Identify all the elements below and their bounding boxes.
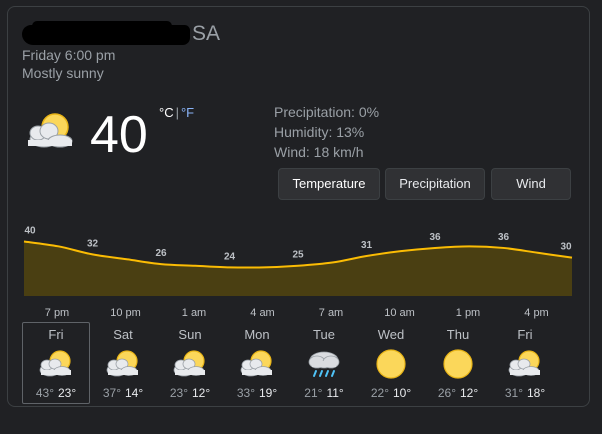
forecast-day-thu[interactable]: Thu 26° 12° bbox=[424, 322, 492, 404]
wind-detail: Wind: 18 km/h bbox=[274, 144, 364, 160]
day-temps: 26° 12° bbox=[437, 386, 479, 400]
day-name: Thu bbox=[446, 327, 470, 342]
temperature-chart: 40 32 26 24 25 31 36 36 30 7 pm 10 pm 1 am 4 am 7 am 1… bbox=[22, 213, 574, 323]
sun-icon bbox=[443, 349, 473, 379]
day-temps: 23° 12° bbox=[169, 386, 211, 400]
data-label: 31 bbox=[361, 240, 373, 251]
tab-temperature[interactable]: Temperature bbox=[278, 168, 380, 200]
day-temps: 37° 14° bbox=[102, 386, 144, 400]
condition: Mostly sunny bbox=[22, 65, 104, 81]
day-name: Sun bbox=[178, 327, 202, 342]
sun-icon bbox=[376, 349, 406, 379]
rain-icon bbox=[308, 351, 340, 377]
data-label: 24 bbox=[224, 251, 236, 262]
forecast-day-sat[interactable]: Sat 37° 14° bbox=[89, 322, 157, 404]
day-temps: 33° 19° bbox=[236, 386, 278, 400]
partly-sunny-icon bbox=[173, 350, 205, 377]
tab-precipitation[interactable]: Precipitation bbox=[385, 168, 485, 200]
tab-wind[interactable]: Wind bbox=[491, 168, 571, 200]
current-temperature: 40 bbox=[90, 106, 148, 164]
redacted-location-scribble bbox=[22, 21, 190, 45]
forecast-day-mon[interactable]: Mon 33° 19° bbox=[223, 322, 291, 404]
data-label: 36 bbox=[429, 232, 441, 243]
precipitation-detail: Precipitation: 0% bbox=[274, 104, 380, 120]
day-name: Tue bbox=[313, 327, 335, 342]
forecast-day-fri[interactable]: Fri 43° 23° bbox=[22, 322, 90, 404]
x-tick-label: 7 am bbox=[319, 307, 343, 319]
celsius-toggle[interactable]: °C bbox=[159, 105, 174, 120]
weather-card: SA Friday 6:00 pm Mostly sunny 40 °C | °F … bbox=[7, 6, 590, 407]
data-label: 32 bbox=[87, 238, 99, 249]
x-tick-label: 7 pm bbox=[45, 307, 69, 319]
day-temps: 43° 23° bbox=[35, 386, 77, 400]
forecast-day-fri-next[interactable]: Fri 31° 18° bbox=[491, 322, 559, 404]
unit-toggle: °C | °F bbox=[159, 105, 194, 120]
day-name: Fri bbox=[517, 327, 533, 342]
daily-forecast: Fri 43° 23° Sat 37° 14° Sun 23° 12° Mon … bbox=[22, 322, 562, 408]
data-label: 30 bbox=[560, 242, 572, 253]
forecast-day-sun[interactable]: Sun 23° 12° bbox=[156, 322, 224, 404]
day-name: Wed bbox=[377, 327, 405, 342]
temperature-chart-svg: 40 32 26 24 25 31 36 36 30 7 pm 10 pm 1 am 4 am 7 am 1… bbox=[23, 225, 573, 319]
forecast-day-wed[interactable]: Wed 22° 10° bbox=[357, 322, 425, 404]
data-label: 40 bbox=[24, 225, 36, 236]
x-tick-label: 10 pm bbox=[110, 307, 141, 319]
datetime: Friday 6:00 pm bbox=[22, 47, 116, 63]
data-label: 36 bbox=[498, 232, 510, 243]
unit-separator: | bbox=[175, 105, 179, 120]
forecast-day-tue[interactable]: Tue 21° 11° bbox=[290, 322, 358, 404]
partly-sunny-icon bbox=[28, 113, 73, 148]
x-tick-label: 1 am bbox=[182, 307, 206, 319]
humidity-detail: Humidity: 13% bbox=[274, 124, 365, 140]
x-tick-label: 1 pm bbox=[456, 307, 480, 319]
partly-sunny-icon bbox=[508, 350, 540, 377]
partly-sunny-icon bbox=[106, 350, 138, 377]
day-temps: 31° 18° bbox=[504, 386, 546, 400]
fahrenheit-toggle[interactable]: °F bbox=[181, 105, 194, 120]
day-name: Fri bbox=[48, 327, 64, 342]
data-label: 26 bbox=[155, 248, 167, 259]
day-name: Sat bbox=[113, 327, 133, 342]
day-name: Mon bbox=[244, 327, 270, 342]
x-tick-label: 4 am bbox=[250, 307, 274, 319]
partly-sunny-icon bbox=[39, 350, 71, 377]
x-tick-label: 4 pm bbox=[524, 307, 548, 319]
data-label: 25 bbox=[292, 250, 304, 261]
location-name: SA bbox=[192, 22, 221, 45]
weather-details: Precipitation: 0% Humidity: 13% Wind: 18… bbox=[274, 102, 379, 162]
x-tick-label: 10 am bbox=[384, 307, 415, 319]
day-temps: 21° 11° bbox=[304, 386, 344, 400]
partly-sunny-icon bbox=[240, 350, 272, 377]
day-temps: 22° 10° bbox=[370, 386, 412, 400]
